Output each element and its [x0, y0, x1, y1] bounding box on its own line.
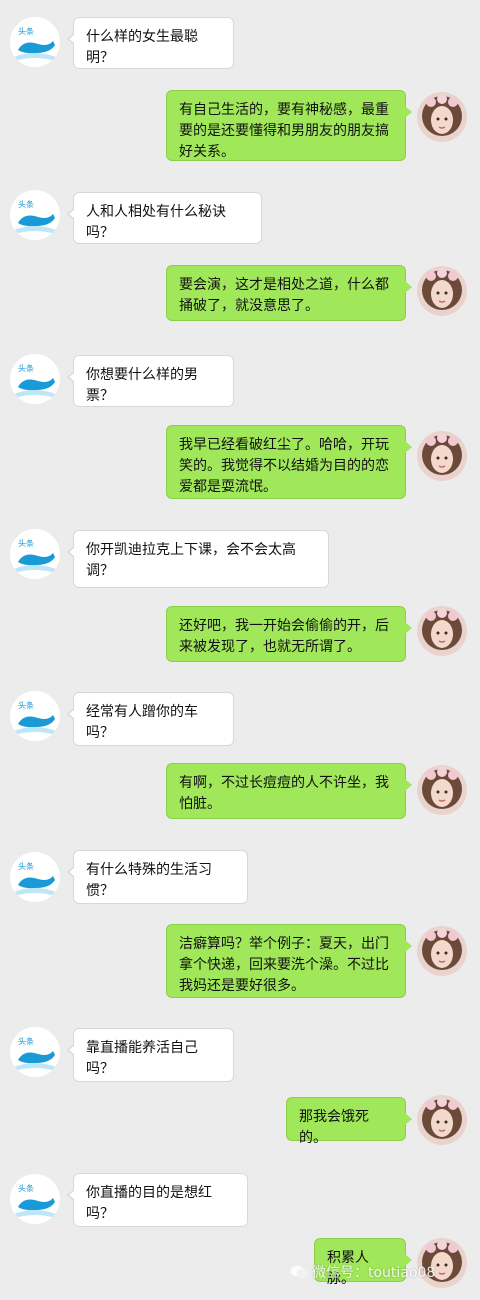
message-text: 靠直播能养活自己吗？: [86, 1040, 198, 1077]
girl-portrait-avatar: [417, 1095, 467, 1145]
user-avatar[interactable]: [417, 266, 467, 316]
message-bubble-question: 靠直播能养活自己吗？: [67, 1028, 234, 1082]
svg-text:头条: 头条: [18, 700, 34, 710]
svg-text:头条: 头条: [18, 861, 34, 871]
message-text: 还好吧，我一开始会偷偷的开，后来被发现了，也就无所谓了。: [179, 618, 389, 655]
message-bubble-answer: 要会演，这才是相处之道，什么都捅破了，就没意思了。: [166, 265, 412, 321]
message-text: 有啊，不过长痘痘的人不许坐，我怕脏。: [179, 775, 389, 812]
whale-logo-icon: 头条: [10, 691, 60, 741]
girl-portrait-avatar: [417, 431, 467, 481]
watermark-text: 微信号：toutiao08: [312, 1265, 436, 1281]
girl-portrait-avatar: [417, 606, 467, 656]
message-text: 那我会饿死的。: [299, 1109, 369, 1146]
bot-avatar[interactable]: 头条: [10, 529, 60, 579]
bot-avatar[interactable]: 头条: [10, 1027, 60, 1077]
user-avatar[interactable]: [417, 431, 467, 481]
message-text: 人和人相处有什么秘诀吗？: [86, 204, 226, 241]
message-text: 洁癖算吗？举个例子：夏天，出门拿个快递，回来要洗个澡。不过比我妈还是要好很多。: [179, 936, 389, 994]
whale-logo-icon: 头条: [10, 852, 60, 902]
whale-logo-icon: 头条: [10, 354, 60, 404]
svg-text:头条: 头条: [18, 1036, 34, 1046]
svg-text:头条: 头条: [18, 538, 34, 548]
message-text: 有自己生活的，要有神秘感，最重要的是还要懂得和男朋友的朋友搞好关系。: [179, 102, 389, 160]
bot-avatar[interactable]: 头条: [10, 354, 60, 404]
svg-text:头条: 头条: [18, 363, 34, 373]
message-bubble-question: 你想要什么样的男票？: [67, 355, 234, 407]
whale-logo-icon: 头条: [10, 529, 60, 579]
message-text: 我早已经看破红尘了。哈哈，开玩笑的。我觉得不以结婚为目的的恋爱都是耍流氓。: [179, 437, 389, 495]
whale-logo-icon: 头条: [10, 1174, 60, 1224]
user-avatar[interactable]: [417, 92, 467, 142]
whale-logo-icon: 头条: [10, 190, 60, 240]
user-avatar[interactable]: [417, 1095, 467, 1145]
svg-text:头条: 头条: [18, 1183, 34, 1193]
bot-avatar[interactable]: 头条: [10, 190, 60, 240]
watermark: 微信号：toutiao08: [290, 1262, 435, 1282]
message-text: 什么样的女生最聪明？: [86, 29, 198, 66]
bot-avatar[interactable]: 头条: [10, 691, 60, 741]
user-avatar[interactable]: [417, 765, 467, 815]
girl-portrait-avatar: [417, 266, 467, 316]
message-bubble-answer: 我早已经看破红尘了。哈哈，开玩笑的。我觉得不以结婚为目的的恋爱都是耍流氓。: [166, 425, 412, 499]
message-bubble-question: 你直播的目的是想红吗？: [67, 1173, 248, 1227]
svg-text:头条: 头条: [18, 26, 34, 36]
message-bubble-question: 你开凯迪拉克上下课，会不会太高调？: [67, 530, 329, 588]
bot-avatar[interactable]: 头条: [10, 852, 60, 902]
message-bubble-answer: 有啊，不过长痘痘的人不许坐，我怕脏。: [166, 763, 412, 819]
girl-portrait-avatar: [417, 926, 467, 976]
message-bubble-answer: 有自己生活的，要有神秘感，最重要的是还要懂得和男朋友的朋友搞好关系。: [166, 90, 412, 161]
whale-logo-icon: 头条: [10, 17, 60, 67]
whale-logo-icon: 头条: [10, 1027, 60, 1077]
girl-portrait-avatar: [417, 92, 467, 142]
message-text: 经常有人蹭你的车吗？: [86, 704, 198, 741]
message-bubble-answer: 洁癖算吗？举个例子：夏天，出门拿个快递，回来要洗个澡。不过比我妈还是要好很多。: [166, 924, 412, 998]
bot-avatar[interactable]: 头条: [10, 17, 60, 67]
message-text: 要会演，这才是相处之道，什么都捅破了，就没意思了。: [179, 277, 389, 314]
user-avatar[interactable]: [417, 606, 467, 656]
message-bubble-answer: 还好吧，我一开始会偷偷的开，后来被发现了，也就无所谓了。: [166, 606, 412, 662]
message-bubble-question: 有什么特殊的生活习惯？: [67, 850, 248, 904]
girl-portrait-avatar: [417, 765, 467, 815]
bot-avatar[interactable]: 头条: [10, 1174, 60, 1224]
message-bubble-question: 什么样的女生最聪明？: [67, 17, 234, 69]
message-bubble-question: 人和人相处有什么秘诀吗？: [67, 192, 262, 244]
message-text: 你直播的目的是想红吗？: [86, 1185, 212, 1222]
message-text: 你开凯迪拉克上下课，会不会太高调？: [86, 542, 296, 579]
message-bubble-answer: 那我会饿死的。: [286, 1097, 412, 1146]
message-text: 有什么特殊的生活习惯？: [86, 862, 212, 899]
svg-text:头条: 头条: [18, 199, 34, 209]
wechat-icon: [290, 1265, 308, 1279]
message-text: 你想要什么样的男票？: [86, 367, 198, 404]
message-bubble-question: 经常有人蹭你的车吗？: [67, 692, 234, 746]
user-avatar[interactable]: [417, 926, 467, 976]
